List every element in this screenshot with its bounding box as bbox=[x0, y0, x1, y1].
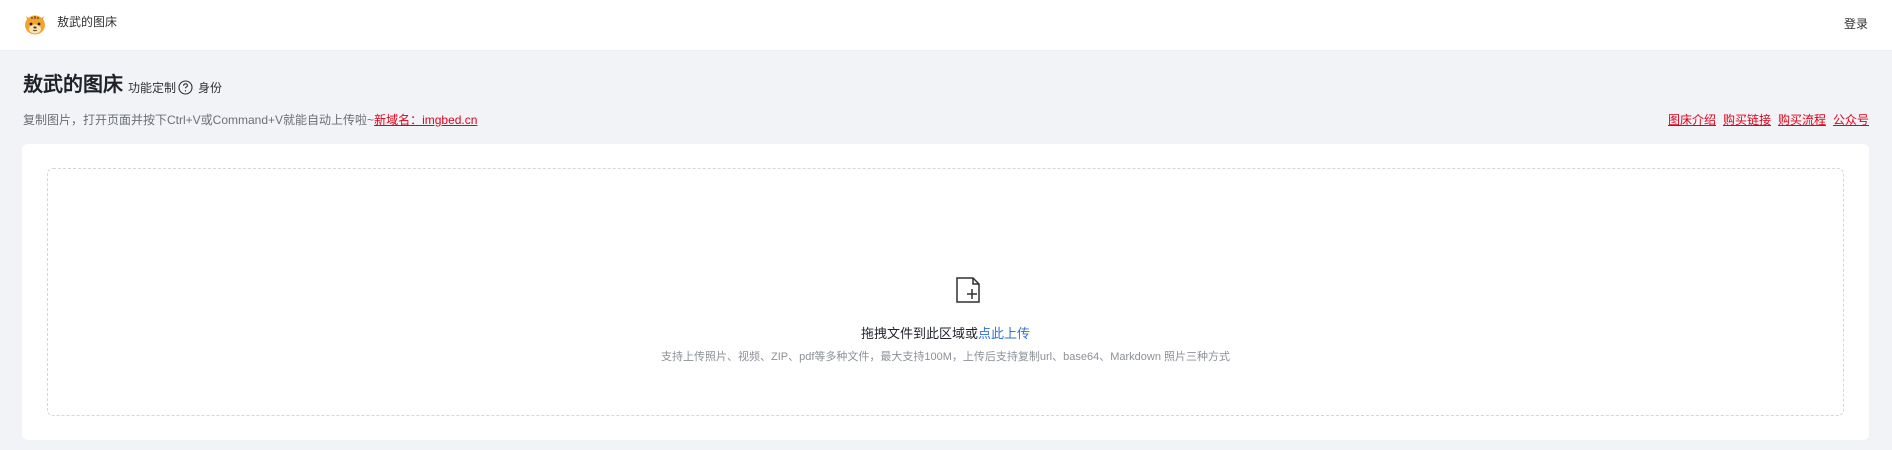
official-account-link[interactable]: 公众号 bbox=[1833, 113, 1869, 127]
upload-dropzone[interactable]: 拖拽文件到此区域或点此上传 支持上传照片、视频、ZIP、pdf等多种文件，最大支… bbox=[47, 168, 1844, 416]
identity-link[interactable]: 身份 bbox=[198, 81, 222, 95]
buy-link[interactable]: 购买链接 bbox=[1723, 113, 1771, 127]
tiger-logo-icon[interactable] bbox=[22, 11, 48, 37]
buy-flow-link[interactable]: 购买流程 bbox=[1778, 113, 1826, 127]
brand-name[interactable]: 敖武的图床 bbox=[57, 14, 117, 31]
new-domain-link[interactable]: 新域名：imgbed.cn bbox=[374, 113, 477, 127]
top-links: 图床介绍 购买链接 购买流程 公众号 bbox=[1661, 113, 1869, 127]
question-circle-icon[interactable] bbox=[178, 80, 193, 95]
drag-text: 拖拽文件到此区域或 bbox=[860, 326, 978, 341]
paste-hint: 复制图片，打开页面并按下Ctrl+V或Command+V就能自动上传啦~新域名：… bbox=[23, 113, 477, 127]
drag-instructions: 拖拽文件到此区域或点此上传 bbox=[48, 326, 1843, 342]
click-upload-link[interactable]: 点此上传 bbox=[978, 326, 1030, 341]
feature-custom-link[interactable]: 功能定制 bbox=[128, 81, 176, 95]
upload-card: 拖拽文件到此区域或点此上传 支持上传照片、视频、ZIP、pdf等多种文件，最大支… bbox=[22, 144, 1869, 440]
file-add-icon bbox=[956, 277, 980, 303]
supported-formats-text: 支持上传照片、视频、ZIP、pdf等多种文件，最大支持100M，上传后支持复制u… bbox=[660, 351, 1231, 363]
paste-hint-text: 复制图片，打开页面并按下Ctrl+V或Command+V就能自动上传啦~ bbox=[23, 113, 375, 127]
intro-link[interactable]: 图床介绍 bbox=[1668, 113, 1716, 127]
login-button[interactable]: 登录 bbox=[1844, 16, 1868, 33]
page-title: 敖武的图床 bbox=[23, 74, 123, 96]
top-bar: 敖武的图床 登录 bbox=[0, 0, 1892, 51]
